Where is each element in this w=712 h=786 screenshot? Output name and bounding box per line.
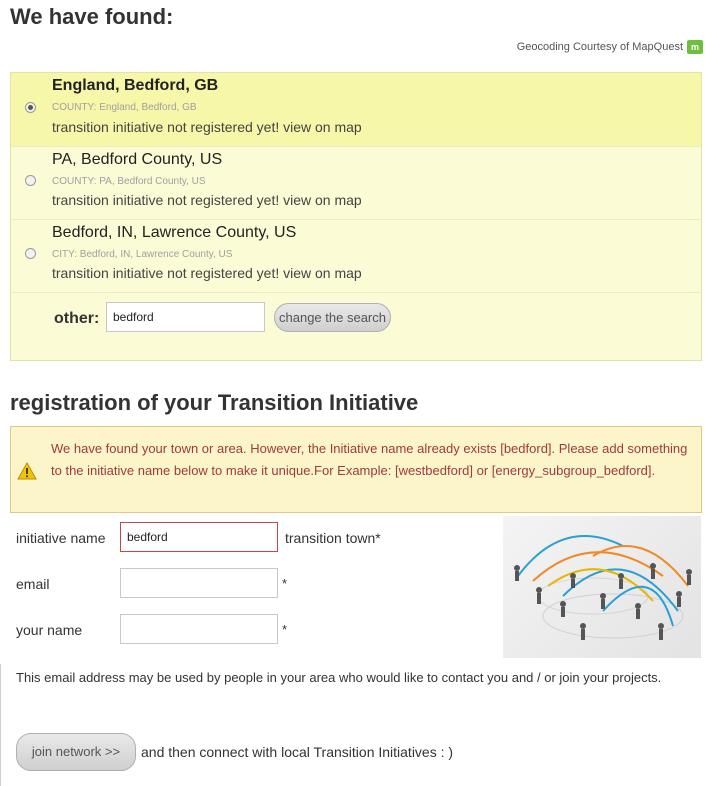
- initiative-suffix: transition town*: [285, 530, 381, 546]
- join-network-button[interactable]: join network >>: [16, 733, 136, 771]
- name-required-mark: *: [282, 622, 288, 637]
- geocoding-credit: Geocoding Courtesy of MapQuest m: [517, 40, 703, 54]
- view-on-map-link[interactable]: view on map: [283, 119, 362, 135]
- result-place: England, Bedford, GB: [52, 77, 219, 94]
- email-info-text: This email address may be used by people…: [16, 670, 662, 685]
- warning-box: We have found your town or area. However…: [10, 426, 702, 513]
- result-row[interactable]: Bedford, IN, Lawrence County, US CITY: B…: [11, 220, 701, 293]
- result-row[interactable]: PA, Bedford County, US COUNTY: PA, Bedfo…: [11, 147, 701, 220]
- email-label: email: [16, 576, 50, 592]
- change-search-button[interactable]: change the search: [274, 303, 391, 332]
- warning-message: We have found your town or area. However…: [51, 441, 688, 478]
- result-county: COUNTY: PA, Bedford County, US: [52, 176, 206, 187]
- network-people-image: [503, 516, 701, 658]
- result-county: COUNTY: England, Bedford, GB: [52, 102, 197, 113]
- result-row[interactable]: England, Bedford, GB COUNTY: England, Be…: [11, 73, 701, 147]
- view-on-map-link[interactable]: view on map: [283, 265, 362, 281]
- result-note: transition initiative not registered yet…: [52, 192, 362, 208]
- warning-icon: [17, 462, 37, 480]
- email-required-mark: *: [282, 576, 288, 591]
- initiative-name-label: initiative name: [16, 530, 106, 546]
- other-label: other:: [54, 310, 100, 327]
- initiative-name-input[interactable]: [120, 522, 278, 552]
- result-county: CITY: Bedford, IN, Lawrence County, US: [52, 249, 233, 260]
- mapquest-logo-icon: m: [687, 40, 703, 54]
- result-note: transition initiative not registered yet…: [52, 119, 362, 135]
- geocoding-credit-text: Geocoding Courtesy of MapQuest: [516, 41, 683, 53]
- left-divider: [0, 664, 1, 786]
- result-radio[interactable]: [25, 102, 36, 113]
- join-info-text: and then connect with local Transition I…: [141, 744, 454, 760]
- view-on-map-link[interactable]: view on map: [283, 192, 362, 208]
- your-name-label: your name: [16, 622, 83, 638]
- result-radio[interactable]: [25, 175, 36, 186]
- result-place: PA, Bedford County, US: [52, 151, 223, 168]
- result-note: transition initiative not registered yet…: [52, 265, 362, 281]
- your-name-field[interactable]: [120, 614, 278, 644]
- result-radio[interactable]: [25, 248, 36, 259]
- page-title: We have found:: [10, 4, 174, 29]
- other-search-input[interactable]: [106, 302, 265, 332]
- result-place: Bedford, IN, Lawrence County, US: [52, 224, 297, 241]
- search-results: England, Bedford, GB COUNTY: England, Be…: [10, 72, 702, 361]
- registration-title: registration of your Transition Initiati…: [10, 390, 419, 415]
- email-field[interactable]: [120, 568, 278, 598]
